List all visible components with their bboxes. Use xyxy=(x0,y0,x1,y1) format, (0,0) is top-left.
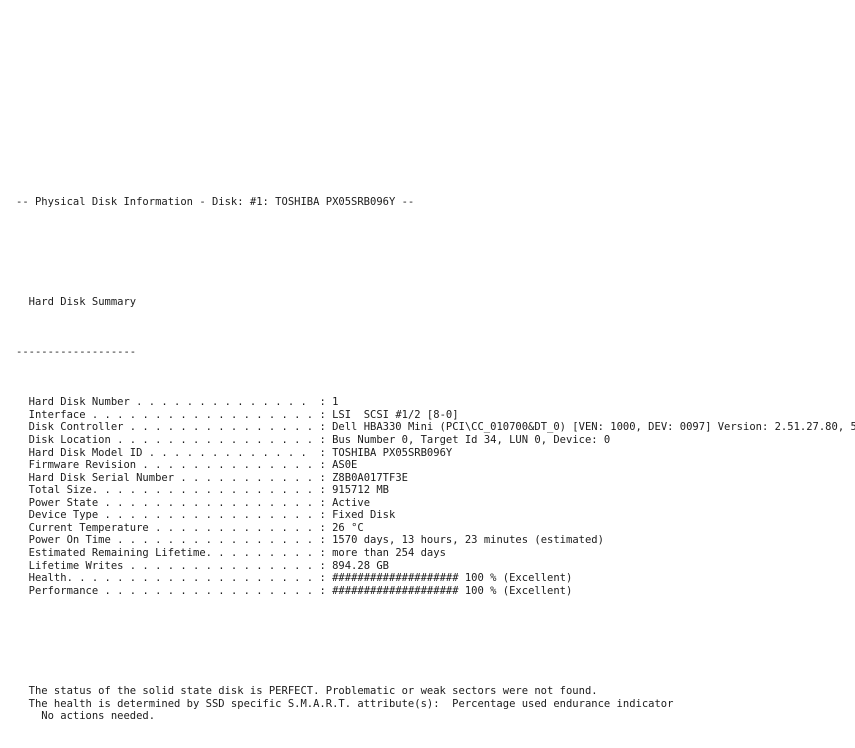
summary-row-value: Bus Number 0, Target Id 34, LUN 0, Devic… xyxy=(332,434,611,447)
summary-row-label: Lifetime Writes xyxy=(16,559,124,572)
summary-row-meter-value: #################### 100 % (Excellent) xyxy=(332,572,573,585)
summary-row: Hard Disk Serial Number . . . . . . . . … xyxy=(16,472,855,485)
summary-row: Device Type . . . . . . . . . . . . . . … xyxy=(16,509,855,522)
summary-row-colon: : xyxy=(319,408,333,421)
summary-row-leader: . . . . . . . . . . . . . xyxy=(148,521,320,534)
summary-row-leader: . . . . . . . . . . . . . . . xyxy=(123,421,320,434)
summary-row-label: Device Type xyxy=(16,509,99,522)
footer-line: The status of the solid state disk is PE… xyxy=(16,684,598,697)
summary-row-label: Disk Location xyxy=(16,434,111,447)
summary-row-colon: : xyxy=(319,421,333,434)
summary-row: Power State . . . . . . . . . . . . . . … xyxy=(16,497,855,510)
summary-row: Total Size. . . . . . . . . . . . . . . … xyxy=(16,484,855,497)
summary-row: Disk Location . . . . . . . . . . . . . … xyxy=(16,434,855,447)
summary-row-value: more than 254 days xyxy=(332,546,446,559)
summary-row: Hard Disk Number . . . . . . . . . . . .… xyxy=(16,396,855,409)
summary-row-colon: : xyxy=(319,496,333,509)
summary-row-label: Disk Controller xyxy=(16,421,124,434)
summary-row-colon: : xyxy=(319,484,333,497)
summary-row-value: TOSHIBA PX05SRB096Y xyxy=(332,446,453,459)
section-heading-indent xyxy=(16,296,29,308)
summary-row: Current Temperature . . . . . . . . . . … xyxy=(16,522,855,535)
summary-row-leader: . . . . . . . . . . . . . . . . . . . . xyxy=(66,572,320,585)
summary-row: Firmware Revision . . . . . . . . . . . … xyxy=(16,459,855,472)
summary-row-colon: : xyxy=(319,521,333,534)
summary-row: Power On Time . . . . . . . . . . . . . … xyxy=(16,534,855,547)
summary-row-label: Power State xyxy=(16,496,99,509)
summary-row-label: Total Size xyxy=(16,484,92,497)
summary-row-label: Interface xyxy=(16,408,86,421)
summary-rows: Hard Disk Number . . . . . . . . . . . .… xyxy=(16,396,855,597)
summary-row-value: 26 °C xyxy=(332,521,364,534)
report-title: -- Physical Disk Information - Disk: #1:… xyxy=(16,195,415,208)
summary-row-colon: : xyxy=(319,434,333,447)
summary-row-colon: : xyxy=(319,559,333,572)
summary-row: Estimated Remaining Lifetime. . . . . . … xyxy=(16,547,855,560)
spacer-before-footer xyxy=(16,635,855,648)
report-footer: The status of the solid state disk is PE… xyxy=(16,685,855,723)
summary-row: Interface . . . . . . . . . . . . . . . … xyxy=(16,409,855,422)
summary-row-colon: : xyxy=(319,446,333,459)
summary-row-label: Hard Disk Number xyxy=(16,396,130,409)
summary-row-value: 1570 days, 13 hours, 23 minutes (estimat… xyxy=(332,534,604,547)
summary-row-colon: : xyxy=(319,396,333,409)
summary-row-label: Health xyxy=(16,572,67,585)
summary-row-leader: . . . . . . . . . . . . . xyxy=(142,446,320,459)
footer-line: No actions needed. xyxy=(16,710,156,723)
summary-row: Health. . . . . . . . . . . . . . . . . … xyxy=(16,572,855,585)
summary-row-leader: . . . . . . . . . . . . . . . xyxy=(123,559,320,572)
summary-row-value: AS0E xyxy=(332,459,358,472)
summary-row-label: Performance xyxy=(16,584,99,597)
summary-row-colon: : xyxy=(319,584,333,597)
summary-row-value: 894.28 GB xyxy=(332,559,389,572)
spacer-after-title xyxy=(16,246,855,259)
summary-row-colon: : xyxy=(319,459,333,472)
summary-row-value: Z8B0A017TF3E xyxy=(332,471,408,484)
summary-row: Disk Controller . . . . . . . . . . . . … xyxy=(16,421,855,434)
section-heading-text: Hard Disk Summary xyxy=(28,296,137,309)
summary-row-colon: : xyxy=(319,534,333,547)
summary-row-label: Power On Time xyxy=(16,534,111,547)
summary-row-leader: . . . . . . . . . . . . . . xyxy=(136,459,320,472)
summary-row-colon: : xyxy=(319,546,333,559)
physical-disk-information-report: -- Physical Disk Information - Disk: #1:… xyxy=(16,158,855,748)
section-rule: ------------------- xyxy=(16,346,137,359)
summary-row-colon: : xyxy=(319,509,333,522)
summary-row-label: Firmware Revision xyxy=(16,459,137,472)
summary-row-value: 1 xyxy=(332,396,339,409)
section-heading-hard-disk-summary: Hard Disk Summary xyxy=(16,296,855,309)
summary-row-leader: . . . . . . . . . . . xyxy=(174,471,320,484)
summary-row: Hard Disk Model ID . . . . . . . . . . .… xyxy=(16,447,855,460)
summary-row-leader: . . . . . . . . . . . . . . . . . xyxy=(98,509,320,522)
summary-row-value: Active xyxy=(332,496,371,509)
summary-row-value: Dell HBA330 Mini (PCI\CC_010700&DT_0) [V… xyxy=(332,421,855,434)
summary-row-label: Current Temperature xyxy=(16,521,149,534)
summary-row-value: Fixed Disk xyxy=(332,509,396,522)
summary-row-leader: . . . . . . . . . . . . . . xyxy=(129,396,320,409)
summary-row-label: Hard Disk Model ID xyxy=(16,446,143,459)
summary-row-leader: . . . . . . . . . . . . . . . . . xyxy=(98,584,320,597)
summary-row-leader: . . . . . . . . . . . . . . . . xyxy=(110,434,320,447)
summary-row-leader: . . . . . . . . . . . . . . . . . xyxy=(98,496,320,509)
summary-row-leader: . . . . . . . . . . . . . . . . . . xyxy=(85,408,320,421)
summary-row-colon: : xyxy=(319,572,333,585)
footer-line: The health is determined by SSD specific… xyxy=(16,697,674,710)
summary-row-colon: : xyxy=(319,471,333,484)
summary-row-value: 915712 MB xyxy=(332,484,389,497)
summary-row-label: Estimated Remaining Lifetime xyxy=(16,546,206,559)
summary-row-meter-value: #################### 100 % (Excellent) xyxy=(332,584,573,597)
summary-row-label: Hard Disk Serial Number xyxy=(16,471,175,484)
summary-row-leader: . . . . . . . . . . . . . . . . xyxy=(110,534,320,547)
summary-row-leader: . . . . . . . . . xyxy=(205,546,320,559)
summary-row-leader: . . . . . . . . . . . . . . . . . . xyxy=(91,484,320,497)
summary-row: Performance . . . . . . . . . . . . . . … xyxy=(16,585,855,598)
summary-row-value: LSI SCSI #1/2 [8-0] xyxy=(332,408,459,421)
summary-row: Lifetime Writes . . . . . . . . . . . . … xyxy=(16,560,855,573)
